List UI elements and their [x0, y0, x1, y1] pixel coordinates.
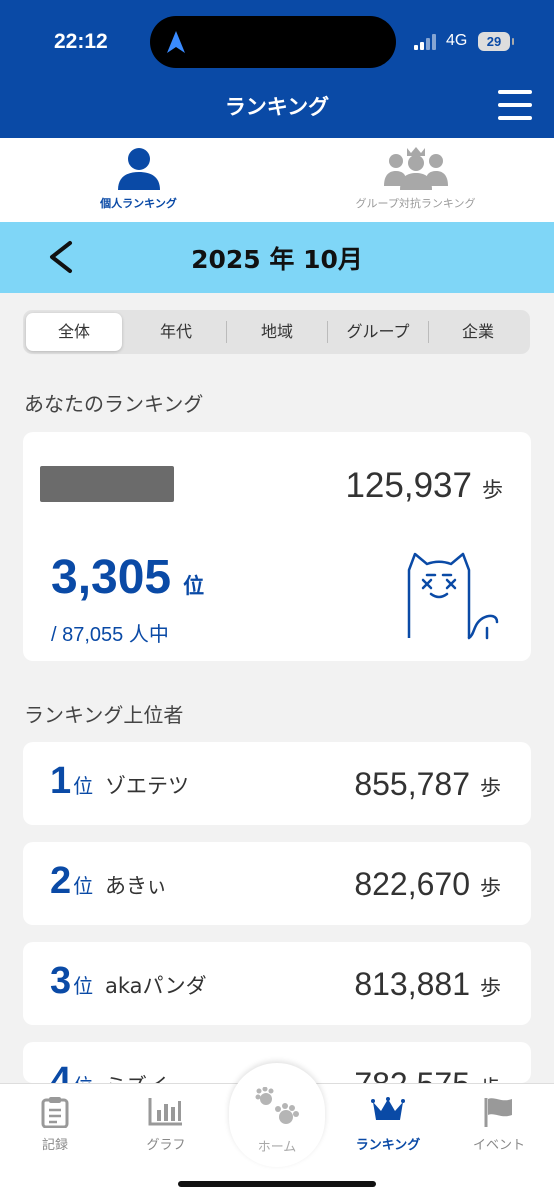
nav-label: 記録: [41, 1138, 68, 1153]
nav-event[interactable]: イベント: [444, 1084, 554, 1164]
row-rank: 2位: [50, 860, 94, 902]
segment-group[interactable]: グループ: [328, 313, 428, 351]
row-rank: 1位: [50, 760, 94, 802]
my-ranking-card: 125,937 歩 3,305 位 / 87,055 人中: [23, 432, 531, 661]
segment-overall[interactable]: 全体: [26, 313, 122, 351]
flag-icon: [484, 1098, 512, 1127]
row-username: ミズイ: [105, 1070, 168, 1083]
row-steps: 813,881 歩: [354, 966, 501, 1002]
hamburger-icon: [498, 90, 532, 94]
row-rank: 3位: [50, 960, 94, 1002]
row-steps: 855,787 歩: [354, 766, 501, 802]
my-steps: 125,937 歩: [345, 466, 503, 505]
person-icon: [117, 148, 160, 190]
segment-company[interactable]: 企業: [429, 313, 527, 351]
cat-mascot-icon: [407, 552, 499, 640]
my-rank: 3,305 位: [51, 551, 205, 604]
ranking-type-tabs: 個人ランキング グループ対抗ランキング: [0, 138, 554, 222]
ranking-row[interactable]: 3位 akaパンダ 813,881 歩: [23, 942, 531, 1025]
status-time: 22:12: [54, 30, 108, 53]
nav-label: グラフ: [146, 1138, 186, 1153]
menu-button[interactable]: [498, 90, 532, 120]
ranking-scope-segmented-control: 全体 年代 地域 グループ 企業: [23, 310, 530, 354]
segment-region[interactable]: 地域: [227, 313, 327, 351]
total-participants: / 87,055 人中: [51, 624, 169, 646]
battery-indicator: 29: [478, 32, 514, 51]
page-title: ランキング: [224, 95, 330, 119]
segment-age[interactable]: 年代: [126, 313, 226, 351]
row-rank: 4位: [50, 1060, 93, 1083]
tab-group-ranking[interactable]: グループ対抗ランキング: [277, 138, 554, 222]
paw-icon: [255, 1087, 299, 1124]
row-username: あきぃ: [105, 874, 168, 898]
month-label: 2025 年 10月: [191, 245, 363, 274]
row-username: akaパンダ: [105, 974, 207, 998]
tab-individual-ranking[interactable]: 個人ランキング: [0, 138, 277, 222]
network-type: 4G: [446, 32, 468, 49]
nav-record[interactable]: 記録: [0, 1084, 110, 1164]
group-icon: [383, 147, 448, 190]
signal-icon: [414, 34, 440, 50]
crown-icon: [371, 1097, 405, 1120]
nav-ranking[interactable]: ランキング: [333, 1084, 443, 1164]
clipboard-icon: [41, 1097, 69, 1128]
nav-graph[interactable]: グラフ: [111, 1084, 221, 1164]
row-steps: 782,575歩: [354, 1066, 501, 1083]
my-ranking-section-title: あなたのランキング: [24, 392, 204, 416]
redacted-username: [40, 466, 174, 502]
tab-label: 個人ランキング: [100, 197, 177, 210]
home-indicator: [178, 1181, 376, 1187]
row-username: ゾエテツ: [105, 774, 189, 798]
location-arrow-icon: [167, 31, 185, 53]
ranking-row[interactable]: 1位 ゾエテツ 855,787 歩: [23, 742, 531, 825]
ranking-row[interactable]: 2位 あきぃ 822,670 歩: [23, 842, 531, 925]
app-header: 22:12 4G 29 ランキング: [0, 0, 554, 138]
bar-chart-icon: [148, 1098, 182, 1126]
top-rankers-section-title: ランキング上位者: [24, 703, 184, 727]
row-steps: 822,670 歩: [354, 866, 501, 902]
nav-label: イベント: [472, 1138, 525, 1153]
nav-label: ホーム: [257, 1140, 297, 1155]
nav-label: ランキング: [355, 1138, 421, 1153]
tab-label: グループ対抗ランキング: [355, 197, 476, 210]
